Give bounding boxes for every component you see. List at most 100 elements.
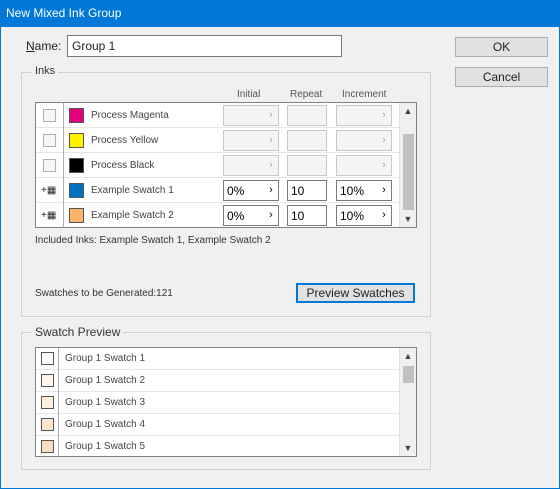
stepper-arrow-icon[interactable]: › <box>377 181 391 200</box>
preview-swatches-button[interactable]: Preview Swatches <box>296 283 415 303</box>
mixed-ink-icon[interactable]: +▦ <box>41 208 57 223</box>
swatch-color-chip <box>41 374 54 387</box>
ink-name: Process Magenta <box>91 110 169 121</box>
swatch-color-chip <box>41 396 54 409</box>
included-inks-text: Included Inks: Example Swatch 1, Example… <box>35 235 271 246</box>
ink-row[interactable]: +▦ Example Swatch 1 0% › 10 10% › <box>36 178 400 203</box>
increment-field[interactable]: › <box>336 105 392 126</box>
swatch-list-item[interactable]: Group 1 Swatch 3 <box>36 392 400 414</box>
ink-list-scrollbar[interactable]: ▲ ▼ <box>399 103 416 227</box>
stepper-arrow-icon[interactable]: › <box>264 156 278 175</box>
column-divider <box>58 436 59 456</box>
ink-color-swatch <box>69 158 84 173</box>
name-input[interactable]: Group 1 <box>67 35 342 57</box>
ink-color-swatch <box>69 133 84 148</box>
swatch-name: Group 1 Swatch 3 <box>65 397 146 408</box>
stepper-arrow-icon[interactable]: › <box>377 106 391 125</box>
initial-field[interactable]: › <box>223 105 279 126</box>
repeat-field[interactable]: 10 <box>287 205 327 226</box>
window-title: New Mixed Ink Group <box>6 6 122 20</box>
initial-field-value: 0% <box>227 184 245 198</box>
ink-color-swatch <box>69 208 84 223</box>
increment-field[interactable]: 10% › <box>336 205 392 226</box>
swatch-color-chip <box>41 418 54 431</box>
repeat-field[interactable] <box>287 155 327 176</box>
ink-row[interactable]: Process Black › › <box>36 153 400 178</box>
column-divider <box>58 348 59 370</box>
cancel-button[interactable]: Cancel <box>455 67 548 87</box>
ink-list[interactable]: Process Magenta › › Process Yellow › › Process… <box>35 102 417 228</box>
increment-field[interactable]: › <box>336 130 392 151</box>
swatch-list-scrollbar[interactable]: ▲ ▼ <box>399 348 416 456</box>
include-checkbox[interactable] <box>43 109 56 122</box>
column-divider <box>58 414 59 436</box>
mixed-ink-icon[interactable]: +▦ <box>41 183 57 198</box>
ink-name: Example Swatch 2 <box>91 210 174 221</box>
swatch-preview-list[interactable]: Group 1 Swatch 1 Group 1 Swatch 2 Group 1 … <box>35 347 417 457</box>
stepper-arrow-icon[interactable]: › <box>377 156 391 175</box>
ink-color-swatch <box>69 183 84 198</box>
initial-field[interactable]: › <box>223 155 279 176</box>
swatch-list-item[interactable]: Group 1 Swatch 2 <box>36 370 400 392</box>
initial-field[interactable]: › <box>223 130 279 151</box>
column-header-increment: Increment <box>342 89 387 100</box>
include-checkbox[interactable] <box>43 159 56 172</box>
column-divider <box>63 178 64 203</box>
ink-row[interactable]: Process Yellow › › <box>36 128 400 153</box>
swatch-name: Group 1 Swatch 2 <box>65 375 146 386</box>
scroll-down-icon[interactable]: ▼ <box>400 211 416 227</box>
stepper-arrow-icon[interactable]: › <box>264 131 278 150</box>
swatch-list-item[interactable]: Group 1 Swatch 1 <box>36 348 400 370</box>
stepper-arrow-icon[interactable]: › <box>264 106 278 125</box>
scrollbar-thumb[interactable] <box>403 366 414 383</box>
stepper-arrow-icon[interactable]: › <box>264 181 278 200</box>
scroll-up-icon[interactable]: ▲ <box>400 348 416 364</box>
column-divider <box>63 203 64 227</box>
increment-field[interactable]: › <box>336 155 392 176</box>
ink-name: Process Black <box>91 160 155 171</box>
increment-field-value: 10% <box>340 184 365 198</box>
swatch-name: Group 1 Swatch 1 <box>65 353 146 364</box>
initial-field[interactable]: 0% › <box>223 180 279 201</box>
swatch-color-chip <box>41 352 54 365</box>
ink-row[interactable]: Process Magenta › › <box>36 103 400 128</box>
scroll-down-icon[interactable]: ▼ <box>400 440 416 456</box>
column-header-repeat: Repeat <box>290 89 323 100</box>
stepper-arrow-icon[interactable]: › <box>377 206 391 225</box>
inks-group-title: Inks <box>32 65 59 77</box>
swatch-list-item[interactable]: Group 1 Swatch 4 <box>36 414 400 436</box>
increment-field-value: 10% <box>340 209 365 223</box>
repeat-field-value: 10 <box>291 209 305 223</box>
swatch-name: Group 1 Swatch 5 <box>65 441 146 452</box>
repeat-field[interactable]: 10 <box>287 180 327 201</box>
ink-row[interactable]: +▦ Example Swatch 2 0% › 10 10% › <box>36 203 400 227</box>
swatch-name: Group 1 Swatch 4 <box>65 419 146 430</box>
column-divider <box>63 153 64 178</box>
column-divider <box>63 128 64 153</box>
ok-button[interactable]: OK <box>455 37 548 57</box>
name-label: Name: <box>26 39 62 53</box>
stepper-arrow-icon[interactable]: › <box>264 206 278 225</box>
repeat-field[interactable] <box>287 130 327 151</box>
ink-color-swatch <box>69 108 84 123</box>
swatch-list-item[interactable]: Group 1 Swatch 5 <box>36 436 400 456</box>
swatch-color-chip <box>41 440 54 453</box>
stepper-arrow-icon[interactable]: › <box>377 131 391 150</box>
initial-field-value: 0% <box>227 209 245 223</box>
column-divider <box>63 103 64 128</box>
swatch-preview-title: Swatch Preview <box>32 325 124 339</box>
column-divider <box>58 392 59 414</box>
initial-field[interactable]: 0% › <box>223 205 279 226</box>
scroll-up-icon[interactable]: ▲ <box>400 103 416 119</box>
swatches-generated-text: Swatches to be Generated:121 <box>35 288 173 299</box>
ink-name: Example Swatch 1 <box>91 185 174 196</box>
scrollbar-thumb[interactable] <box>403 134 414 210</box>
include-checkbox[interactable] <box>43 134 56 147</box>
increment-field[interactable]: 10% › <box>336 180 392 201</box>
repeat-field[interactable] <box>287 105 327 126</box>
title-bar: New Mixed Ink Group <box>0 0 560 27</box>
column-header-initial: Initial <box>237 89 261 100</box>
ink-name: Process Yellow <box>91 135 159 146</box>
repeat-field-value: 10 <box>291 184 305 198</box>
column-divider <box>58 370 59 392</box>
